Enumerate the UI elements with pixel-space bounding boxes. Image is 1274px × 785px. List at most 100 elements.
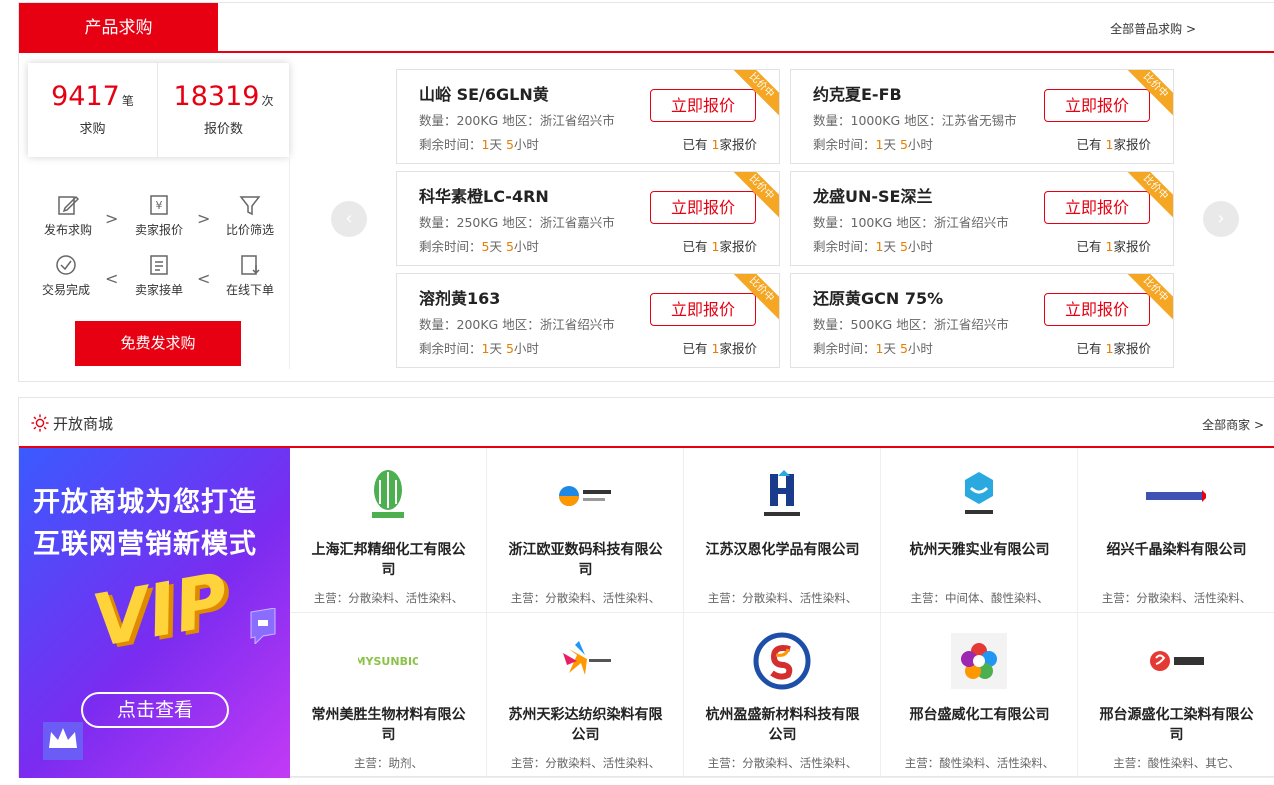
count-prefix: 已有 [1076,341,1106,356]
view-button[interactable]: 点击查看 [81,692,229,728]
free-purchase-button[interactable]: 免费发求购 [75,321,241,366]
remaining-time: 剩余时间：1天 5小时 [813,134,933,153]
purchase-card: 还原黄GCN 75% 数量：500KG 地区：浙江省绍兴市剩余时间：1天 5小时 立… [790,273,1174,368]
step-compare: 比价筛选 [215,193,285,238]
day-unit: 天 [883,239,900,254]
shop-card[interactable]: 邢台源盛化工染料有限公司主营：酸性染料、其它、 [1078,613,1274,778]
shop-name[interactable]: 苏州天彩达纺织染料有限公司 [507,705,664,745]
count-prefix: 已有 [1076,137,1106,152]
banner-headline: 开放商城为您打造 [33,487,257,518]
quote-button[interactable]: 立即报价 [1044,191,1150,224]
shop-card[interactable]: 浙江欧亚数码科技有限公司主营：分散染料、活性染料、 [487,448,684,613]
step-label: 比价筛选 [225,223,274,237]
shop-card[interactable]: 绍兴千晶染料有限公司主营：分散染料、活性染料、 [1078,448,1274,613]
step-label: 卖家接单 [134,283,183,297]
stat-label: 求购 [79,122,106,137]
shop-name[interactable]: 邢台盛威化工有限公司 [901,705,1058,725]
quote-button[interactable]: 立即报价 [1044,293,1150,326]
shop-name[interactable]: 杭州天雅实业有限公司 [901,540,1058,560]
time-prefix: 剩余时间： [419,137,482,152]
product-meta: 数量：200KG 地区：浙江省绍兴市 [419,317,615,332]
shop-main-products: 主营：分散染料、活性染料、 [707,756,858,770]
shop-name[interactable]: 杭州盈盛新材料科技有限公司 [704,705,861,745]
banner-subheadline: 互联网营销新模式 [33,529,257,560]
divider [289,157,290,369]
shop-main-products: 主营：分散染料、活性染料、 [1101,591,1252,605]
product-meta: 数量：100KG 地区：浙江省绍兴市 [813,215,1009,230]
remaining-time: 剩余时间：1天 5小时 [813,338,933,357]
count-suffix: 家报价 [719,137,757,152]
step-label: 在线下单 [225,283,274,297]
hour-unit: 小时 [513,137,539,152]
shop-name[interactable]: 上海汇邦精细化工有限公司 [310,540,467,580]
shop-card[interactable]: 上海汇邦精细化工有限公司主营：分散染料、活性染料、 [290,448,487,613]
day-unit: 天 [489,137,506,152]
process-steps: 发布求购 > ¥ 卖家报价 > 比价筛选 交易完成 < 卖家接单 < 在线下单 [29,193,289,313]
shop-main-products: 主营：分散染料、活性染料、 [510,591,661,605]
remaining-time: 剩余时间：1天 5小时 [419,134,539,153]
product-name[interactable]: 科华素橙LC-4RN [419,183,549,207]
shop-card[interactable]: 江苏汉恩化学品有限公司主营：分散染料、活性染料、 [684,448,881,613]
shop-name[interactable]: 绍兴千晶染料有限公司 [1098,540,1255,560]
hour-unit: 小时 [907,341,933,356]
product-name[interactable]: 溶剂黄163 [419,285,500,309]
count-prefix: 已有 [682,137,712,152]
sbadge-logo [1150,651,1204,671]
purchase-title: 产品求购 [19,3,218,53]
purchase-card: 龙盛UN-SE深兰 数量：100KG 地区：浙江省绍兴市 剩余时间：1天 5小时 立即… [790,171,1174,266]
carousel-next-button[interactable]: › [1203,201,1239,237]
shop-main-products: 主营：酸性染料、活性染料、 [904,756,1055,770]
vip-banner[interactable]: 开放商城为您打造 互联网营销新模式 VIP 点击查看 [19,448,290,778]
stats-box: 9417 笔 求购 18319 次 报价数 [28,63,289,157]
chevron-left-icon: < [105,269,119,288]
all-purchases-link[interactable]: 全部普品求购 > [1110,20,1196,37]
hour-unit: 小时 [907,239,933,254]
shop-name[interactable]: 常州美胜生物材料有限公司 [310,705,467,745]
shop-card[interactable]: 杭州盈盛新材料科技有限公司主营：分散染料、活性染料、 [684,613,881,778]
stat-unit: 笔 [121,94,134,108]
mall-header: 开放商城 全部商家 > [19,398,1274,448]
shop-card[interactable]: MYSUNBIO 常州美胜生物材料有限公司 主营：助剂、 [290,613,487,778]
quote-button[interactable]: 立即报价 [1044,89,1150,122]
count-prefix: 已有 [682,239,712,254]
shop-main-products: 主营：分散染料、活性染料、 [510,756,661,770]
sun-icon [31,414,49,432]
edit-icon [58,195,80,215]
product-name[interactable]: 还原黄GCN 75% [813,285,943,309]
shop-main-products: 主营：酸性染料、其它、 [1113,756,1240,770]
circle-logo [559,486,611,506]
product-name[interactable]: 约克夏E-FB [813,81,902,105]
day-unit: 天 [489,341,506,356]
hex-logo [965,472,993,514]
chevron-right-icon: > [105,209,119,228]
all-merchants-link[interactable]: 全部商家 > [1202,416,1264,433]
shop-name[interactable]: 邢台源盛化工染料有限公司 [1098,705,1255,745]
quote-button[interactable]: 立即报价 [650,191,756,224]
shop-main-products: 主营：分散染料、活性染料、 [707,591,858,605]
step-label: 发布求购 [43,223,92,237]
shop-name[interactable]: 浙江欧亚数码科技有限公司 [507,540,664,580]
product-meta: 数量：500KG 地区：浙江省绍兴市 [813,317,1009,332]
shop-main-products: 主营：分散染料、活性染料、 [313,591,464,605]
count-suffix: 家报价 [1113,137,1151,152]
carousel-prev-button[interactable]: ‹ [331,201,367,237]
download-doc-icon [241,255,260,275]
shop-card[interactable]: 邢台盛威化工有限公司主营：酸性染料、活性染料、 [881,613,1078,778]
star-logo [563,641,611,675]
hours-value: 5 [505,239,514,254]
day-unit: 天 [883,137,900,152]
h-logo [764,470,800,516]
crown-icon [43,722,83,760]
product-name[interactable]: 山峪 SE/6GLN黄 [419,81,549,105]
product-name[interactable]: 龙盛UN-SE深兰 [813,183,932,207]
purchase-card: 约克夏E-FB 数量：1000KG 地区：江苏省无锡市 剩余时间：1天 5小时 立即报… [790,69,1174,164]
shop-card[interactable]: 杭州天雅实业有限公司 主营：中间体、酸性染料、 [881,448,1078,613]
remaining-time: 剩余时间：1天 5小时 [419,338,539,357]
quote-button[interactable]: 立即报价 [650,89,756,122]
s-logo [753,632,811,690]
shop-name[interactable]: 江苏汉恩化学品有限公司 [704,540,861,560]
hours-value: 5 [899,239,908,254]
hour-unit: 小时 [907,137,933,152]
quote-button[interactable]: 立即报价 [650,293,756,326]
shop-card[interactable]: 苏州天彩达纺织染料有限公司主营：分散染料、活性染料、 [487,613,684,778]
